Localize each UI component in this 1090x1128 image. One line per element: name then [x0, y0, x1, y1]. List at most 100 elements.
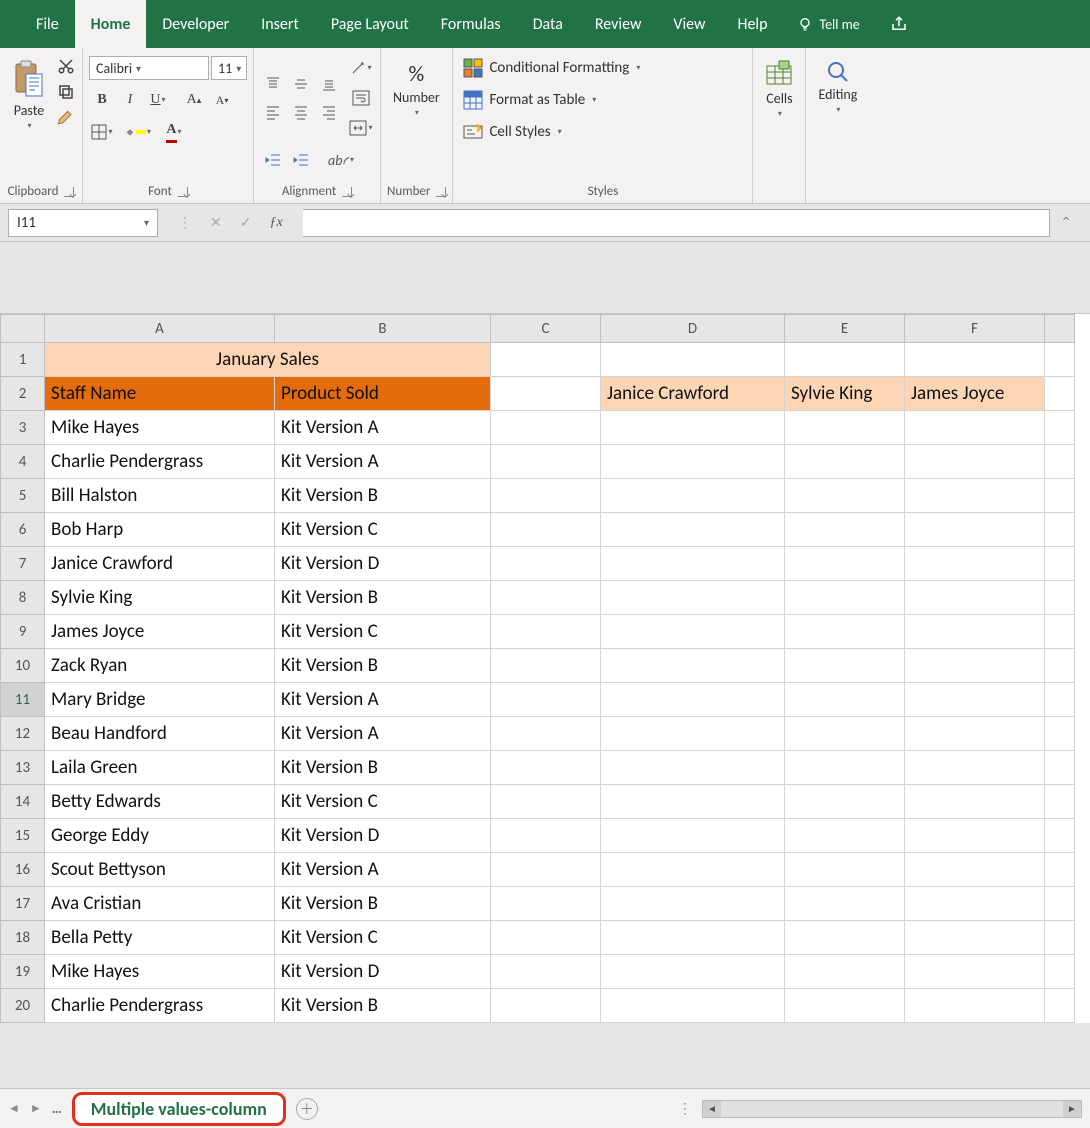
cell[interactable]: [905, 513, 1045, 547]
cell[interactable]: Charlie Pendergrass: [45, 445, 275, 479]
cell[interactable]: [1045, 615, 1075, 649]
cell[interactable]: [905, 649, 1045, 683]
formula-bar-input[interactable]: [303, 209, 1051, 237]
cell[interactable]: [785, 411, 905, 445]
select-all-corner[interactable]: [1, 315, 45, 343]
cell[interactable]: [905, 717, 1045, 751]
cell[interactable]: Kit Version C: [275, 785, 491, 819]
cell[interactable]: Charlie Pendergrass: [45, 989, 275, 1023]
row-header-3[interactable]: 3: [1, 411, 45, 445]
cell[interactable]: Zack Ryan: [45, 649, 275, 683]
cell[interactable]: [491, 513, 601, 547]
row-header-15[interactable]: 15: [1, 819, 45, 853]
number-dialog-launcher[interactable]: [436, 187, 446, 197]
cell[interactable]: [491, 921, 601, 955]
cell[interactable]: [1045, 751, 1075, 785]
decrease-font-button[interactable]: A▾: [209, 88, 235, 112]
wrap-text-button[interactable]: [348, 86, 374, 110]
cell[interactable]: Janice Crawford: [601, 377, 785, 411]
name-box[interactable]: I11 ▾: [8, 209, 158, 237]
paste-button[interactable]: Paste ▾: [6, 56, 52, 135]
bold-button[interactable]: B: [89, 88, 115, 112]
align-bottom-button[interactable]: [316, 71, 342, 97]
borders-button[interactable]: ▾: [89, 120, 115, 144]
cell[interactable]: [1045, 853, 1075, 887]
cell[interactable]: [491, 683, 601, 717]
menu-review[interactable]: Review: [579, 0, 658, 48]
more-icon[interactable]: ⋮: [678, 1100, 692, 1117]
cell[interactable]: Bella Petty: [45, 921, 275, 955]
menu-formulas[interactable]: Formulas: [425, 0, 517, 48]
row-header-18[interactable]: 18: [1, 921, 45, 955]
format-painter-button[interactable]: [56, 108, 76, 128]
row-header-11[interactable]: 11: [1, 683, 45, 717]
cell[interactable]: [785, 343, 905, 377]
cut-button[interactable]: [56, 56, 76, 76]
cell[interactable]: [785, 547, 905, 581]
cell[interactable]: [491, 853, 601, 887]
cell[interactable]: Janice Crawford: [45, 547, 275, 581]
menu-view[interactable]: View: [657, 0, 721, 48]
cell[interactable]: [601, 411, 785, 445]
cell[interactable]: [491, 751, 601, 785]
cell[interactable]: [491, 343, 601, 377]
cell[interactable]: [601, 649, 785, 683]
add-sheet-button[interactable]: ＋: [296, 1098, 318, 1120]
cell[interactable]: [1045, 411, 1075, 445]
underline-button[interactable]: U▾: [145, 88, 171, 112]
cell[interactable]: [1045, 683, 1075, 717]
column-header-C[interactable]: C: [491, 315, 601, 343]
cell[interactable]: Kit Version D: [275, 547, 491, 581]
tab-active-sheet[interactable]: Multiple values-column: [72, 1092, 286, 1126]
cell[interactable]: [905, 581, 1045, 615]
cell[interactable]: [601, 785, 785, 819]
cell[interactable]: [905, 785, 1045, 819]
cell[interactable]: [905, 547, 1045, 581]
cancel-formula-button[interactable]: ✕: [210, 214, 222, 231]
cell[interactable]: [601, 479, 785, 513]
cell[interactable]: [1045, 377, 1075, 411]
prev-sheet-button[interactable]: ◄: [8, 1101, 20, 1116]
cell[interactable]: Mike Hayes: [45, 411, 275, 445]
cell[interactable]: [785, 989, 905, 1023]
horizontal-scrollbar[interactable]: ◄ ►: [702, 1100, 1082, 1118]
cell[interactable]: [601, 921, 785, 955]
align-left-button[interactable]: [260, 99, 286, 125]
cell[interactable]: [785, 445, 905, 479]
menu-insert[interactable]: Insert: [245, 0, 315, 48]
cell[interactable]: [1045, 989, 1075, 1023]
cell[interactable]: [905, 819, 1045, 853]
font-dialog-launcher[interactable]: [178, 187, 188, 197]
cell[interactable]: Kit Version B: [275, 887, 491, 921]
row-header-6[interactable]: 6: [1, 513, 45, 547]
row-header-13[interactable]: 13: [1, 751, 45, 785]
row-header-19[interactable]: 19: [1, 955, 45, 989]
fx-icon[interactable]: ƒx: [269, 215, 282, 231]
column-header-F[interactable]: F: [905, 315, 1045, 343]
cell[interactable]: [601, 615, 785, 649]
cell[interactable]: [491, 445, 601, 479]
cell[interactable]: [905, 853, 1045, 887]
merge-button[interactable]: ▾: [348, 116, 374, 140]
cell[interactable]: Sylvie King: [45, 581, 275, 615]
cell[interactable]: [905, 615, 1045, 649]
expand-formula-bar-icon[interactable]: ⌃: [1050, 214, 1082, 231]
cell[interactable]: [601, 581, 785, 615]
menu-file[interactable]: File: [20, 0, 75, 48]
cell[interactable]: [905, 445, 1045, 479]
orientation-angle-button[interactable]: ab▾: [328, 148, 354, 172]
cell[interactable]: [785, 683, 905, 717]
row-header-9[interactable]: 9: [1, 615, 45, 649]
number-format-button[interactable]: % Number ▾: [387, 56, 446, 122]
alignment-dialog-launcher[interactable]: [342, 187, 352, 197]
column-header-E[interactable]: E: [785, 315, 905, 343]
cell[interactable]: Kit Version A: [275, 853, 491, 887]
row-header-20[interactable]: 20: [1, 989, 45, 1023]
cell[interactable]: [905, 411, 1045, 445]
cell[interactable]: [905, 751, 1045, 785]
cell[interactable]: Staff Name: [45, 377, 275, 411]
cell[interactable]: [1045, 513, 1075, 547]
cell[interactable]: Kit Version A: [275, 683, 491, 717]
cell[interactable]: Bill Halston: [45, 479, 275, 513]
enter-formula-button[interactable]: ✓: [240, 214, 252, 231]
